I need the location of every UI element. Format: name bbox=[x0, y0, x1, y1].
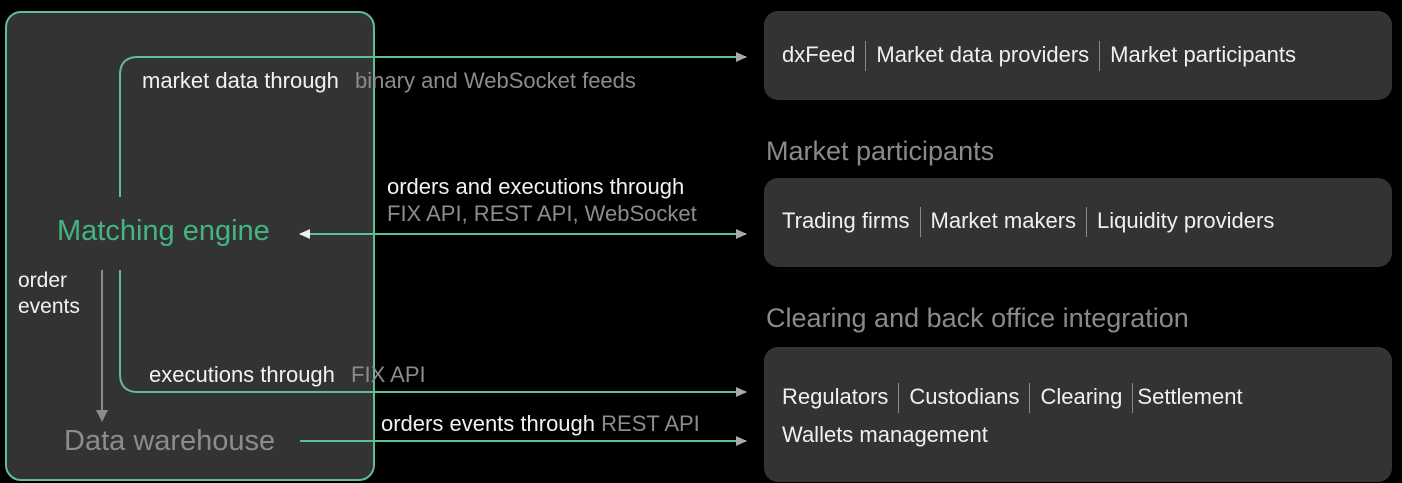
participants-section-title: Market participants bbox=[766, 136, 995, 166]
separator bbox=[919, 207, 921, 238]
separator bbox=[1132, 383, 1134, 414]
card-item-liquidity-providers: Liquidity providers bbox=[1097, 208, 1275, 233]
card-item-market-makers: Market makers bbox=[930, 208, 1077, 233]
orders-flow-protocols: FIX API, REST API, WebSocket bbox=[387, 201, 697, 226]
card-item-dxfeed: dxFeed bbox=[782, 42, 856, 67]
market-data-card-items: dxFeed Market data providers Market partic… bbox=[782, 41, 1297, 72]
clearing-card: Regulators Custodians Clearing Settlement W… bbox=[764, 347, 1392, 482]
market-data-flow-protocol: binary and WebSocket feeds bbox=[355, 68, 636, 93]
executions-flow-text: executions through bbox=[149, 362, 335, 387]
order-events-label-line1: order bbox=[18, 269, 68, 292]
card-item-custodians: Custodians bbox=[909, 384, 1020, 409]
order-events-flow-label: orders events through REST API bbox=[381, 411, 700, 437]
market-data-card: dxFeed Market data providers Market partic… bbox=[764, 11, 1392, 100]
card-item-trading-firms: Trading firms bbox=[782, 208, 910, 233]
matching-engine-label: Matching engine bbox=[57, 215, 270, 247]
executions-flow-protocol: FIX API bbox=[351, 362, 426, 387]
participants-card-items: Trading firms Market makers Liquidity prov… bbox=[782, 207, 1275, 238]
orders-flow-label: orders and executions through bbox=[387, 174, 685, 199]
separator bbox=[898, 383, 900, 414]
separator bbox=[1086, 207, 1088, 238]
card-item-regulators: Regulators bbox=[782, 384, 889, 409]
data-warehouse-label: Data warehouse bbox=[64, 425, 276, 457]
clearing-card-items: Regulators Custodians Clearing Settlement bbox=[782, 383, 1243, 414]
order-events-arrowhead bbox=[96, 410, 108, 422]
card-item-settlement: Settlement bbox=[1137, 384, 1243, 409]
card-item-wallets-management: Wallets management bbox=[782, 422, 988, 447]
separator bbox=[1029, 383, 1031, 414]
separator bbox=[865, 41, 867, 72]
order-events-flow-text: orders events through bbox=[381, 411, 596, 436]
executions-flow-label: executions through FIX API bbox=[149, 362, 426, 388]
order-events-flow-protocol: REST API bbox=[601, 411, 700, 436]
card-item-clearing: Clearing bbox=[1040, 384, 1123, 409]
order-events-label-line2: events bbox=[18, 295, 80, 318]
clearing-section-title: Clearing and back office integration bbox=[766, 303, 1189, 333]
market-data-flow-label: market data through binary and WebSocket… bbox=[142, 68, 636, 94]
card-item-market-data-providers: Market data providers bbox=[876, 42, 1090, 67]
market-data-flow-text: market data through bbox=[142, 68, 339, 93]
participants-card: Trading firms Market makers Liquidity prov… bbox=[764, 178, 1392, 267]
card-item-market-participants: Market participants bbox=[1110, 42, 1297, 67]
separator bbox=[1099, 41, 1101, 72]
